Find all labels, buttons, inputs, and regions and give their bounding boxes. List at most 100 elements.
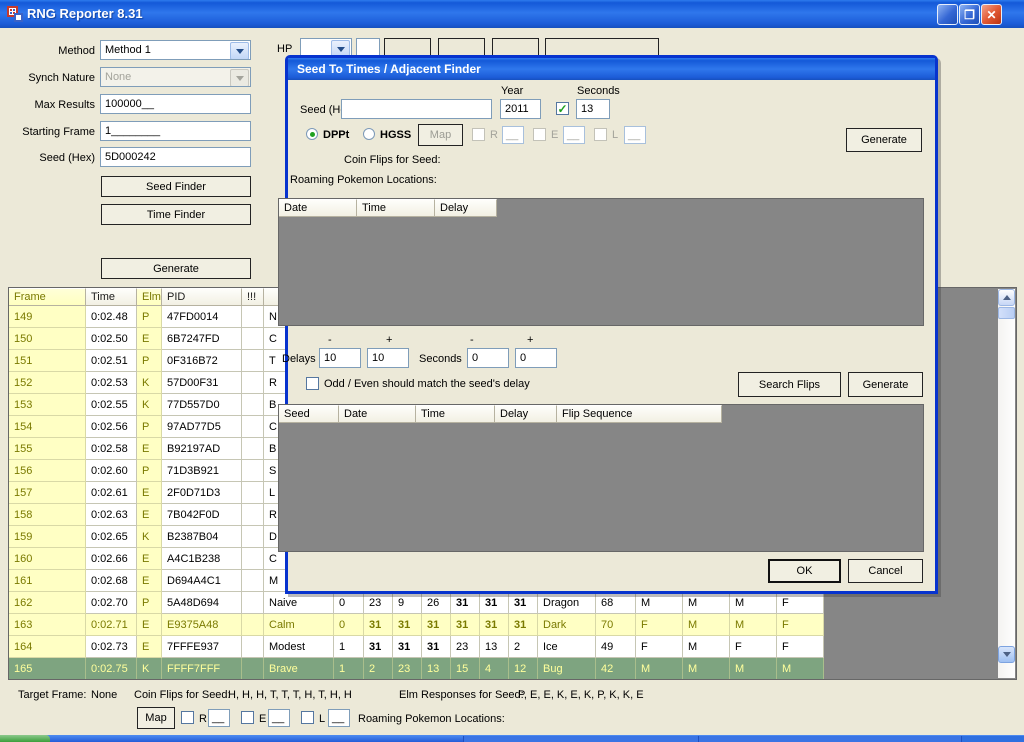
listview-column-header[interactable]: Seed: [279, 405, 339, 423]
seconds-plus-input[interactable]: 0: [515, 348, 557, 368]
results-column-header[interactable]: Elm: [137, 288, 162, 306]
table-cell: F: [777, 592, 824, 614]
generate-button[interactable]: Generate: [101, 258, 251, 279]
ok-button[interactable]: OK: [768, 559, 841, 583]
table-cell: 0:02.55: [86, 394, 137, 416]
hgss-radio[interactable]: [363, 128, 375, 140]
starting-frame-label: Starting Frame: [5, 126, 95, 138]
e-checkbox[interactable]: [241, 711, 254, 724]
table-cell: 77D557D0: [162, 394, 242, 416]
restore-icon: ❐: [964, 8, 975, 22]
dialog-r-input: __: [502, 126, 524, 144]
coin-flips-label: Coin Flips for Seed:: [134, 689, 231, 701]
listview-column-header[interactable]: Date: [339, 405, 416, 423]
map-button[interactable]: Map: [137, 707, 175, 729]
taskbar-window-button[interactable]: [698, 736, 961, 742]
table-cell: 0:02.71: [86, 614, 137, 636]
table-row[interactable]: 1650:02.75KFFFF7FFFBrave12231315412Bug42…: [9, 658, 1016, 680]
table-cell: Dragon: [538, 592, 596, 614]
listview-column-header[interactable]: Time: [357, 199, 435, 217]
seed-hex-input[interactable]: 5D000242: [100, 147, 251, 167]
table-cell: 49: [596, 636, 636, 658]
time-finder-button[interactable]: Time Finder: [101, 204, 251, 225]
window-titlebar[interactable]: RNG Reporter 8.31 _ ❐ ✕: [0, 0, 1024, 28]
taskbar: [0, 735, 1024, 742]
table-cell: 31: [509, 614, 538, 636]
odd-even-checkbox[interactable]: [306, 377, 319, 390]
search-flips-button[interactable]: Search Flips: [738, 372, 841, 397]
listview-column-header[interactable]: Time: [416, 405, 495, 423]
dialog-generate-button[interactable]: Generate: [846, 128, 922, 152]
listview-column-header[interactable]: Delay: [435, 199, 497, 217]
l-checkbox[interactable]: [301, 711, 314, 724]
table-cell: 31: [480, 614, 509, 636]
table-cell: [242, 570, 264, 592]
r-label: R: [199, 713, 207, 725]
max-results-input[interactable]: 100000__: [100, 94, 251, 114]
delays-plus-sign: +: [386, 334, 392, 346]
l-label: L: [319, 713, 325, 725]
dialog-generate2-button[interactable]: Generate: [848, 372, 923, 397]
r-checkbox[interactable]: [181, 711, 194, 724]
method-combobox[interactable]: Method 1: [100, 40, 251, 60]
table-cell: 6B7247FD: [162, 328, 242, 350]
table-cell: E: [137, 482, 162, 504]
results-column-header[interactable]: Time: [86, 288, 137, 306]
l-input[interactable]: __: [328, 709, 350, 727]
scroll-up-button[interactable]: [998, 289, 1015, 306]
table-cell: 156: [9, 460, 86, 482]
minimize-icon: _: [944, 12, 951, 26]
scrollbar-thumb[interactable]: [998, 307, 1015, 319]
r-input[interactable]: __: [208, 709, 230, 727]
table-cell: 4: [480, 658, 509, 680]
dialog-map-button: Map: [418, 124, 463, 146]
times-listview[interactable]: DateTimeDelay: [278, 198, 924, 326]
e-input[interactable]: __: [268, 709, 290, 727]
taskbar-window-button[interactable]: [463, 736, 698, 742]
table-cell: 0: [334, 614, 364, 636]
seconds-plus-sign: +: [527, 334, 533, 346]
start-button-fragment[interactable]: [0, 735, 50, 742]
table-row[interactable]: 1640:02.73E7FFFE937Modest131313123132Ice…: [9, 636, 1016, 658]
table-cell: 0:02.70: [86, 592, 137, 614]
table-cell: 2: [364, 658, 393, 680]
dppt-radio[interactable]: [306, 128, 318, 140]
seconds-checkbox[interactable]: ✓: [556, 102, 569, 115]
vertical-scrollbar[interactable]: [998, 289, 1015, 678]
table-cell: 31: [480, 592, 509, 614]
results-column-header[interactable]: !!!: [242, 288, 264, 306]
seconds-minus-input[interactable]: 0: [467, 348, 509, 368]
dialog-seed-input[interactable]: [341, 99, 492, 119]
chevron-down-icon: [1003, 652, 1011, 657]
listview-column-header[interactable]: Date: [279, 199, 357, 217]
table-cell: 15: [451, 658, 480, 680]
dialog-titlebar[interactable]: Seed To Times / Adjacent Finder: [288, 58, 935, 80]
seed-finder-button[interactable]: Seed Finder: [101, 176, 251, 197]
close-button[interactable]: ✕: [981, 4, 1002, 25]
starting-frame-input[interactable]: 1________: [100, 121, 251, 141]
minimize-button[interactable]: _: [937, 4, 958, 25]
table-cell: Brave: [264, 658, 334, 680]
table-cell: 157: [9, 482, 86, 504]
listview-column-header[interactable]: Flip Sequence: [557, 405, 722, 423]
listview-column-header[interactable]: Delay: [495, 405, 557, 423]
dialog-e-label: E: [551, 129, 558, 141]
restore-button[interactable]: ❐: [959, 4, 980, 25]
seconds-input[interactable]: 13: [576, 99, 610, 119]
table-cell: 0:02.73: [86, 636, 137, 658]
table-cell: Ice: [538, 636, 596, 658]
table-cell: [242, 482, 264, 504]
table-row[interactable]: 1620:02.70P5A48D694Naive023926313131Drag…: [9, 592, 1016, 614]
delays-plus-input[interactable]: 10: [367, 348, 409, 368]
table-cell: 42: [596, 658, 636, 680]
table-row[interactable]: 1630:02.71EE9375A48Calm0313131313131Dark…: [9, 614, 1016, 636]
scroll-down-button[interactable]: [998, 646, 1015, 663]
year-input[interactable]: 2011: [500, 99, 541, 119]
results-column-header[interactable]: Frame: [9, 288, 86, 306]
delays-minus-input[interactable]: 10: [319, 348, 361, 368]
table-cell: 0F316B72: [162, 350, 242, 372]
method-dropdown-icon[interactable]: [230, 42, 249, 60]
results-column-header[interactable]: PID: [162, 288, 242, 306]
cancel-button[interactable]: Cancel: [848, 559, 923, 583]
flips-listview[interactable]: SeedDateTimeDelayFlip Sequence: [278, 404, 924, 552]
